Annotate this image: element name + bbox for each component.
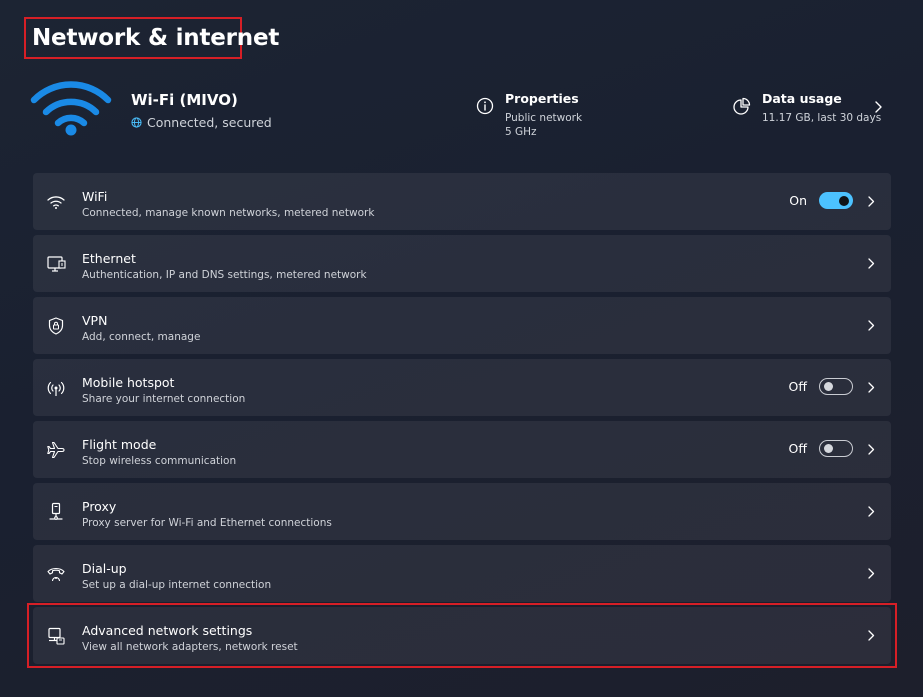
data-usage-title: Data usage bbox=[762, 91, 842, 106]
hotspot-icon bbox=[47, 381, 65, 396]
chevron-right-icon bbox=[868, 258, 875, 269]
wifi-large-icon bbox=[30, 81, 112, 136]
proxy-title: Proxy bbox=[82, 499, 117, 514]
airplane-icon bbox=[47, 441, 65, 459]
chevron-right-icon bbox=[868, 568, 875, 579]
vpn-subtitle: Add, connect, manage bbox=[82, 331, 201, 343]
chevron-right-icon bbox=[868, 444, 875, 455]
info-icon bbox=[476, 97, 494, 115]
proxy-icon bbox=[49, 502, 63, 520]
flight-mode-row[interactable]: Flight mode Stop wireless communication … bbox=[33, 421, 891, 478]
wifi-toggle[interactable] bbox=[819, 192, 853, 209]
properties-title: Properties bbox=[505, 91, 579, 106]
toggle-knob bbox=[824, 382, 833, 391]
dial-up-icon bbox=[47, 567, 65, 582]
ethernet-subtitle: Authentication, IP and DNS settings, met… bbox=[82, 269, 367, 281]
globe-icon bbox=[131, 117, 142, 128]
flight-mode-toggle-label: Off bbox=[788, 441, 807, 456]
mobile-hotspot-toggle[interactable] bbox=[819, 378, 853, 395]
advanced-network-icon bbox=[48, 627, 65, 645]
advanced-network-settings-subtitle: View all network adapters, network reset bbox=[82, 641, 298, 653]
chevron-right-icon[interactable] bbox=[873, 100, 883, 114]
data-usage-link[interactable]: Data usage 11.17 GB, last 30 days bbox=[733, 91, 881, 125]
ethernet-title: Ethernet bbox=[82, 251, 136, 266]
dial-up-title: Dial-up bbox=[82, 561, 127, 576]
properties-link[interactable]: Properties Public network 5 GHz bbox=[476, 91, 582, 139]
proxy-subtitle: Proxy server for Wi-Fi and Ethernet conn… bbox=[82, 517, 332, 529]
flight-mode-title: Flight mode bbox=[82, 437, 157, 452]
chevron-right-icon bbox=[868, 196, 875, 207]
advanced-network-settings-row[interactable]: Advanced network settings View all netwo… bbox=[27, 603, 897, 668]
vpn-row[interactable]: VPN Add, connect, manage bbox=[33, 297, 891, 354]
vpn-shield-icon bbox=[48, 317, 64, 335]
toggle-knob bbox=[839, 195, 849, 206]
page-title: Network & internet bbox=[32, 25, 280, 51]
wifi-row[interactable]: WiFi Connected, manage known networks, m… bbox=[33, 173, 891, 230]
chevron-right-icon bbox=[868, 506, 875, 517]
data-usage-amount: 11.17 GB, last 30 days bbox=[762, 112, 882, 124]
pie-chart-icon bbox=[733, 97, 751, 115]
wifi-toggle-label: On bbox=[789, 193, 807, 208]
mobile-hotspot-title: Mobile hotspot bbox=[82, 375, 175, 390]
connection-status-text: Connected, secured bbox=[147, 115, 272, 130]
settings-list: WiFi Connected, manage known networks, m… bbox=[27, 173, 897, 669]
chevron-right-icon bbox=[868, 320, 875, 331]
wifi-subtitle: Connected, manage known networks, metere… bbox=[82, 207, 375, 219]
advanced-network-settings-title: Advanced network settings bbox=[82, 623, 253, 638]
page-title-highlight: Network & internet bbox=[24, 17, 279, 59]
ethernet-icon bbox=[47, 256, 66, 272]
mobile-hotspot-subtitle: Share your internet connection bbox=[82, 393, 246, 405]
connection-status: Connected, secured bbox=[131, 115, 272, 130]
mobile-hotspot-row[interactable]: Mobile hotspot Share your internet conne… bbox=[33, 359, 891, 416]
wifi-title: WiFi bbox=[82, 189, 108, 204]
network-name: Wi-Fi (MIVO) bbox=[131, 91, 238, 109]
wifi-icon bbox=[47, 196, 65, 209]
dial-up-row[interactable]: Dial-up Set up a dial-up internet connec… bbox=[33, 545, 891, 602]
flight-mode-toggle[interactable] bbox=[819, 440, 853, 457]
mobile-hotspot-toggle-label: Off bbox=[788, 379, 807, 394]
properties-band: 5 GHz bbox=[505, 126, 537, 138]
chevron-right-icon bbox=[868, 382, 875, 393]
proxy-row[interactable]: Proxy Proxy server for Wi-Fi and Etherne… bbox=[33, 483, 891, 540]
chevron-right-icon bbox=[868, 630, 875, 641]
properties-network-type: Public network bbox=[505, 112, 583, 124]
vpn-title: VPN bbox=[82, 313, 108, 328]
dial-up-subtitle: Set up a dial-up internet connection bbox=[82, 579, 272, 591]
flight-mode-subtitle: Stop wireless communication bbox=[82, 455, 237, 467]
toggle-knob bbox=[824, 444, 833, 453]
ethernet-row[interactable]: Ethernet Authentication, IP and DNS sett… bbox=[33, 235, 891, 292]
